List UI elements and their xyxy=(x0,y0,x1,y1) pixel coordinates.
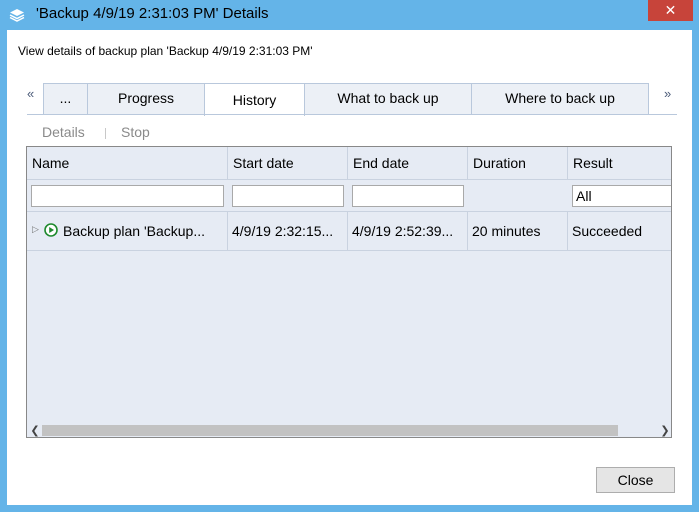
scroll-left-arrow-icon[interactable]: ❮ xyxy=(27,423,43,437)
window-close-button[interactable]: ✕ xyxy=(648,0,693,21)
column-header-start-date[interactable]: Start date xyxy=(228,147,348,179)
tab-history[interactable]: History xyxy=(204,83,305,116)
tab-divider xyxy=(27,114,677,115)
dialog-header: View details of backup plan 'Backup 4/9/… xyxy=(18,44,313,58)
history-grid: Name Start date End date Duration Result… xyxy=(26,146,672,438)
tab-more[interactable]: ... xyxy=(43,83,88,114)
horizontal-scrollbar[interactable]: ❮ ❯ xyxy=(27,423,671,437)
cell-result: Succeeded xyxy=(572,223,643,239)
cell-start-date: 4/9/19 2:32:15... xyxy=(228,212,348,250)
column-header-result[interactable]: Result xyxy=(568,147,671,179)
details-button[interactable]: Details xyxy=(42,124,85,140)
dialog-body: View details of backup plan 'Backup 4/9/… xyxy=(7,30,692,505)
name-filter-input[interactable] xyxy=(31,185,224,207)
cell-duration: 20 minutes xyxy=(468,212,568,250)
layers-icon xyxy=(9,9,25,22)
row-divider xyxy=(27,250,671,251)
header-divider xyxy=(27,179,671,180)
scroll-right-arrow-icon[interactable]: ❯ xyxy=(657,423,671,437)
details-window: 'Backup 4/9/19 2:31:03 PM' Details ✕ Vie… xyxy=(0,0,699,512)
scrollbar-thumb[interactable] xyxy=(42,425,618,436)
tab-scroll-left-button[interactable]: « xyxy=(27,86,34,101)
window-title: 'Backup 4/9/19 2:31:03 PM' Details xyxy=(36,5,269,22)
stop-button[interactable]: Stop xyxy=(121,124,150,140)
tab-what-to-back-up[interactable]: What to back up xyxy=(304,83,472,114)
end-date-filter-input[interactable] xyxy=(352,185,464,207)
table-row[interactable]: Backup plan 'Backup... 4/9/19 2:32:15...… xyxy=(27,212,671,250)
tab-where-to-back-up[interactable]: Where to back up xyxy=(471,83,649,114)
tab-progress[interactable]: Progress xyxy=(87,83,205,114)
column-header-duration[interactable]: Duration xyxy=(468,147,568,179)
title-bar[interactable]: 'Backup 4/9/19 2:31:03 PM' Details ✕ xyxy=(0,0,699,30)
close-button[interactable]: Close xyxy=(596,467,675,493)
toolbar-separator xyxy=(105,128,106,139)
column-header-name[interactable]: Name xyxy=(27,147,228,179)
result-filter-select[interactable]: All xyxy=(572,185,671,207)
column-header-end-date[interactable]: End date xyxy=(348,147,468,179)
expand-row-icon[interactable]: ▷ xyxy=(32,224,39,235)
start-date-filter-input[interactable] xyxy=(232,185,344,207)
tab-scroll-right-button[interactable]: » xyxy=(664,86,671,101)
play-circle-icon xyxy=(44,223,58,237)
cell-end-date: 4/9/19 2:52:39... xyxy=(348,212,468,250)
